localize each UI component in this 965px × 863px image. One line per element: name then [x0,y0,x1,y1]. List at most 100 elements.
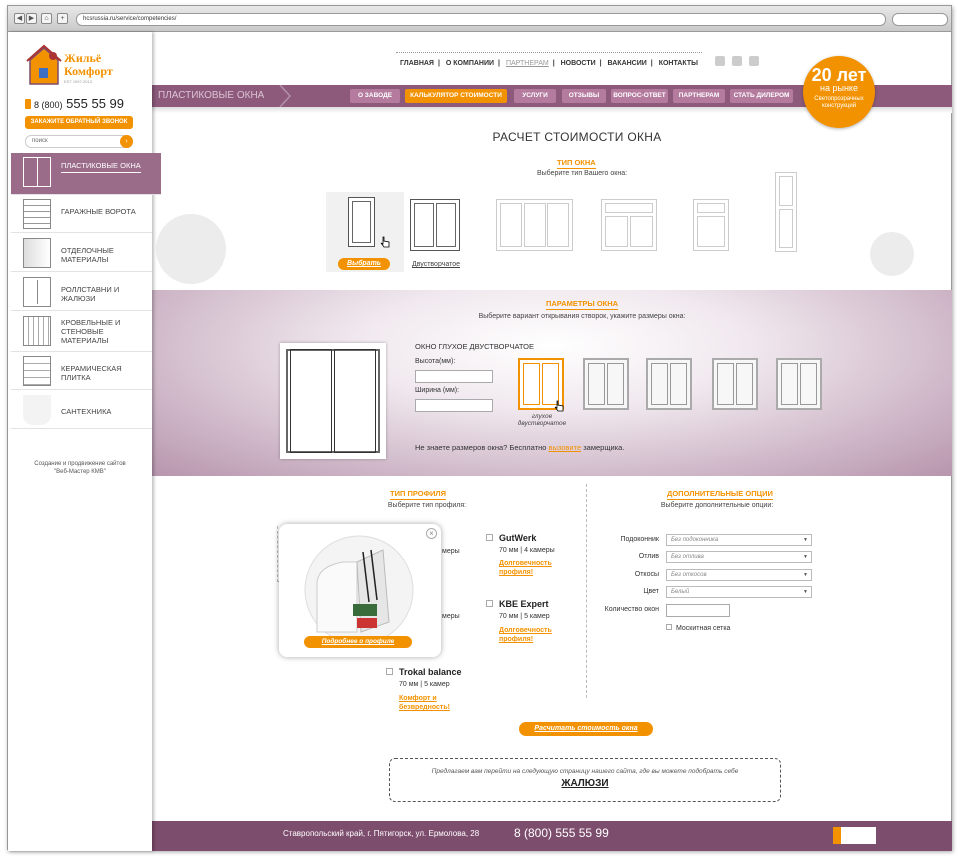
height-input[interactable] [415,370,493,383]
vkontakte-icon[interactable] [749,56,759,66]
gear-decoration-icon [870,232,914,276]
measure-note: Не знаете размеров окна? Бесплатно вызов… [415,443,624,452]
checkbox-icon[interactable] [486,534,493,541]
browser-search-field[interactable] [892,13,948,26]
profile-hint: Выберите тип профиля: [387,502,467,509]
profile-link-text: безвредность! [399,704,450,711]
window-balcony-door[interactable] [775,172,797,252]
browser-window: ◀ ▶ ⌂ + hcsrussia.ru/service/competencie… [7,5,952,851]
params-hint: Выберите вариант открывания створок, ука… [478,313,686,320]
blinds-link[interactable]: ЖАЛЮЗИ [390,778,780,789]
slopes-select[interactable]: Без откосов ▼ [666,569,812,581]
nav-home[interactable]: ГЛАВНАЯ [400,60,434,67]
profile-details-button[interactable]: Подробнее о профиле [304,636,412,648]
nav-jobs[interactable]: ВАКАНСИИ [608,60,647,67]
profile-link[interactable]: Комфорт и безвредность! [399,694,450,712]
window-type-heading: ТИП ОКНА [557,158,596,169]
window-transom-narrow[interactable] [693,199,729,251]
nav-news[interactable]: НОВОСТИ [561,60,596,67]
developer-credit[interactable]: Создание и продвижение сайтов "Веб-Мастер… [8,460,152,476]
counter-widget[interactable] [833,827,876,844]
shutters-icon [23,277,51,307]
window-triple[interactable] [496,199,573,251]
tab-services[interactable]: УСЛУГИ [514,89,556,103]
drip-select[interactable]: Без отлива ▼ [666,551,812,563]
sidebar-item-finishing[interactable]: ОТДЕЛОЧНЫЕ МАТЕРИАЛЫ [11,234,152,272]
select-value: Без подоконника [671,537,719,543]
search-icon[interactable]: › [120,135,133,148]
sidebar-item-windows[interactable]: ПЛАСТИКОВЫЕ ОКНА [11,153,161,195]
opening-swing-right[interactable] [583,358,629,410]
sidebar-item-label: КЕРАМИЧЕСКАЯ ПЛИТКА [61,364,122,382]
calculate-button[interactable]: Расчитать стоимость окна [519,722,653,736]
tab-calculator[interactable]: КАЛЬКУЛЯТОР СТОИМОСТИ [405,89,507,103]
profile-option-kbe[interactable]: KBE Expert [486,599,549,609]
window-count-input[interactable] [666,604,730,617]
window-single[interactable] [348,197,375,247]
checkbox-icon[interactable] [666,624,672,630]
tab-reviews[interactable]: ОТЗЫВЫ [562,89,606,103]
main-content: ГЛАВНАЯ | О КОМПАНИИ | ПАРТНЕРАМ | НОВОСТИ |… [152,32,952,851]
call-measurer-link[interactable]: вызовите [549,443,582,452]
credit-line: Создание и продвижение сайтов [34,461,126,467]
facebook-icon[interactable] [715,56,725,66]
nav-partners[interactable]: ПАРТНЕРАМ [506,60,549,67]
back-icon[interactable]: ◀ [14,13,25,24]
select-value: Белый [671,589,690,595]
roofing-icon [23,316,51,346]
options-hint: Выберите дополнительные опции: [660,502,774,509]
checkbox-icon[interactable] [386,668,393,675]
sidebar-item-shutters[interactable]: РОЛЛСТАВНИ И ЖАЛЮЗИ [11,273,152,311]
home-icon[interactable]: ⌂ [41,13,52,24]
profile-option-gutwerk[interactable]: GutWerk [486,533,536,543]
sidebar-item-tile[interactable]: КЕРАМИЧЕСКАЯ ПЛИТКА [11,352,152,390]
width-input[interactable] [415,399,493,412]
profile-link[interactable]: Долговечность профиля! [499,626,552,644]
opening-tilt-both[interactable] [776,358,822,410]
blinds-offer-box: Предлагаем вам перейти на следующую стра… [389,758,781,802]
cursor-hand-icon [554,400,564,412]
mosquito-net-option[interactable]: Москитная сетка [666,624,730,632]
window-preview [280,343,386,459]
opening-tilt-right[interactable] [646,358,692,410]
gear-decoration-icon [156,214,226,284]
sidebar-item-plumbing[interactable]: САНТЕХНИКА [11,391,152,429]
window-transom[interactable] [601,199,657,251]
window-double[interactable] [410,199,460,251]
nav-about[interactable]: О КОМПАНИИ [446,60,494,67]
nav-contacts[interactable]: КОНТАКТЫ [659,60,698,67]
sidebar-item-label: САНТЕХНИКА [61,407,112,416]
dropdown-arrow-icon: ▼ [803,589,808,595]
window-double-caption[interactable]: Двустворчатое [406,261,466,268]
color-select[interactable]: Белый ▼ [666,586,812,598]
address-bar[interactable]: hcsrussia.ru/service/competencies/ [76,13,886,26]
tab-faq[interactable]: ВОПРОС-ОТВЕТ [611,89,668,103]
brand-logo[interactable]: Жильё Комфорт EST 1997-2013 [24,40,134,88]
close-icon[interactable]: × [426,528,437,539]
sidebar-item-roofing[interactable]: КРОВЕЛЬНЫЕ И СТЕНОВЫЕ МАТЕРИАЛЫ [11,312,152,352]
sidebar-phone: 8 (800) 555 55 99 [25,96,124,111]
window-type-hint: Выберите тип Вашего окна: [536,170,628,177]
profile-spec: 70 мм | 5 камер [399,681,450,688]
sidebar-item-garage[interactable]: ГАРАЖНЫЕ ВОРОТА [11,195,152,233]
sidebar-item-label: КРОВЕЛЬНЫЕ И СТЕНОВЫЕ МАТЕРИАЛЫ [61,318,121,345]
callback-button[interactable]: ЗАКАЖИТЕ ОБРАТНЫЙ ЗВОНОК [25,116,133,129]
badge-years: 20 лет [811,65,867,85]
odnoklassniki-icon[interactable] [732,56,742,66]
option-label: Количество окон [604,606,659,613]
forward-icon[interactable]: ▶ [26,13,37,24]
profile-link[interactable]: Долговечность профиля! [499,559,552,577]
add-tab-icon[interactable]: + [57,13,68,24]
sill-select[interactable]: Без подоконника ▼ [666,534,812,546]
select-window-button[interactable]: Выбрать [338,258,390,270]
tab-factory[interactable]: О ЗАВОДЕ [350,89,400,103]
tab-partners[interactable]: ПАРТНЕРАМ [673,89,725,103]
opening-swing-both[interactable] [712,358,758,410]
search-input[interactable]: поиск › [25,135,133,148]
option-label: Отлив [638,553,659,560]
checkbox-icon[interactable] [486,600,493,607]
profile-section-image [304,535,414,642]
profile-option-trokal[interactable]: Trokal balance [386,667,462,677]
tab-dealer[interactable]: СТАТЬ ДИЛЕРОМ [730,89,793,103]
profile-link-text: профиля! [499,636,534,643]
